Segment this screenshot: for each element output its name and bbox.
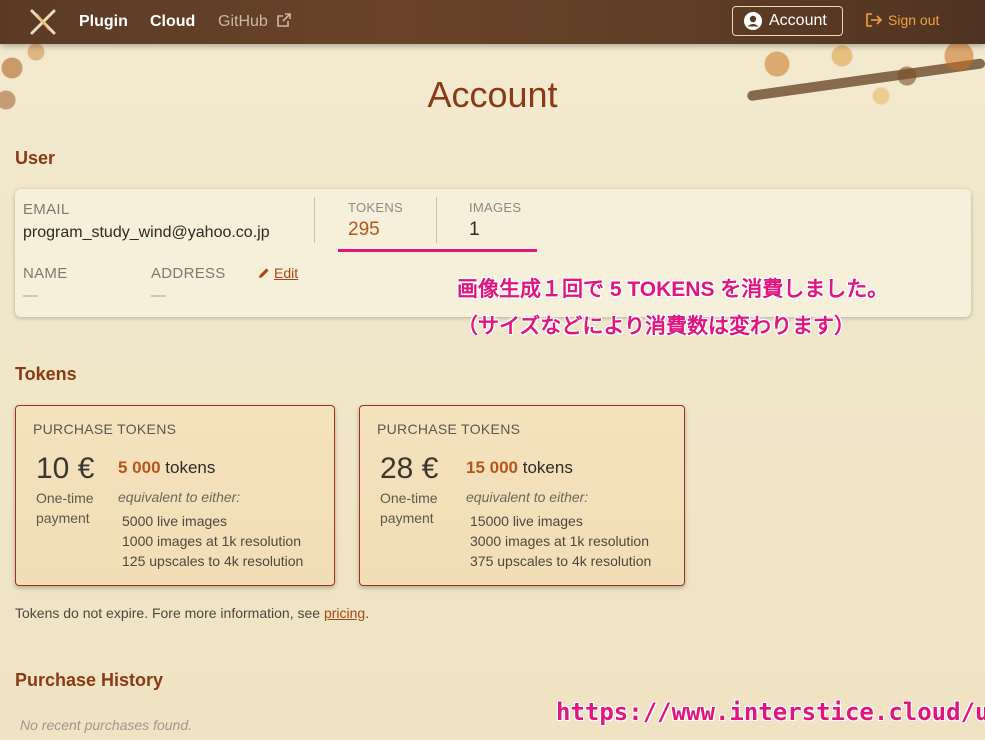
purchase-tokens-label: PURCHASE TOKENS (377, 421, 521, 437)
purchase-history-heading: Purchase History (15, 670, 164, 690)
top-navbar: Plugin Cloud GitHub Account Sign out (0, 0, 985, 44)
payment-type: One-time payment (380, 490, 438, 526)
tokens-label: TOKENS (348, 200, 404, 215)
tokens-count: 295 (348, 219, 380, 240)
nav-github-label: GitHub (218, 13, 268, 30)
token-amount: 15 000 tokens (466, 458, 573, 478)
equivalent-list: 15000 live images 3000 images at 1k reso… (470, 511, 651, 571)
purchase-tokens-card-28[interactable]: PURCHASE TOKENS 28 € One-time payment 15… (359, 405, 685, 586)
tokens-note-text: Tokens do not expire. Fore more informat… (15, 605, 324, 621)
divider (314, 197, 315, 243)
images-label: IMAGES (469, 200, 522, 215)
price: 10 € (36, 452, 95, 485)
purchase-tokens-card-10[interactable]: PURCHASE TOKENS 10 € One-time payment 5 … (15, 405, 335, 586)
account-button-label: Account (769, 12, 827, 29)
logo-icon[interactable] (29, 8, 57, 36)
page-title: Account (427, 74, 558, 115)
list-item: 3000 images at 1k resolution (470, 533, 649, 549)
price: 28 € (380, 452, 439, 485)
nav-github-link[interactable]: GitHub (218, 12, 292, 32)
pencil-icon (259, 268, 269, 278)
address-value: — (151, 287, 166, 304)
email-value: program_study_wind@yahoo.co.jp (23, 224, 270, 241)
equivalent-label: equivalent to either: (118, 489, 241, 505)
annotation-underline (338, 249, 537, 252)
list-item: 125 upscales to 4k resolution (122, 553, 304, 569)
sign-out-label: Sign out (888, 12, 940, 28)
sign-out-icon (866, 13, 883, 27)
token-amount: 5 000 tokens (118, 458, 215, 478)
name-label: NAME (23, 265, 68, 282)
token-amount-unit: tokens (165, 458, 216, 477)
sign-out-link[interactable]: Sign out (865, 12, 939, 28)
list-item: 1000 images at 1k resolution (122, 533, 301, 549)
payment-type: One-time payment (36, 490, 94, 526)
edit-label: Edit (274, 265, 299, 281)
pricing-link[interactable]: pricing (324, 605, 365, 621)
name-value: — (23, 287, 38, 304)
user-section-heading: User (15, 148, 56, 168)
list-item: 375 upscales to 4k resolution (470, 553, 652, 569)
user-circle-icon (744, 12, 762, 30)
divider (436, 197, 437, 243)
annotation-text-line-1: 画像生成１回で 5 TOKENS を消費しました。 (457, 278, 889, 301)
list-item: 15000 live images (470, 513, 583, 529)
nav-cloud-link[interactable]: Cloud (150, 12, 195, 32)
annotation-text-line-2: （サイズなどにより消費数は変わります） (457, 315, 855, 338)
images-count: 1 (469, 219, 480, 240)
annotation-url: https://www.interstice.cloud/user (556, 698, 985, 726)
account-button[interactable]: Account (732, 6, 843, 36)
address-label: ADDRESS (151, 265, 226, 282)
tokens-note: Tokens do not expire. Fore more informat… (15, 605, 369, 621)
external-link-icon (277, 13, 292, 27)
nav-plugin-link[interactable]: Plugin (79, 12, 128, 32)
no-purchases-message: No recent purchases found. (20, 717, 192, 733)
edit-user-link[interactable]: Edit (258, 265, 298, 281)
email-label: EMAIL (23, 201, 70, 218)
equivalent-label: equivalent to either: (466, 489, 589, 505)
tokens-section-heading: Tokens (15, 364, 77, 384)
token-amount-number: 15 000 (466, 458, 518, 477)
purchase-tokens-label: PURCHASE TOKENS (33, 421, 177, 437)
equivalent-list: 5000 live images 1000 images at 1k resol… (122, 511, 303, 571)
token-amount-number: 5 000 (118, 458, 161, 477)
tokens-note-suffix: . (365, 605, 370, 621)
token-amount-unit: tokens (522, 458, 573, 477)
list-item: 5000 live images (122, 513, 228, 529)
